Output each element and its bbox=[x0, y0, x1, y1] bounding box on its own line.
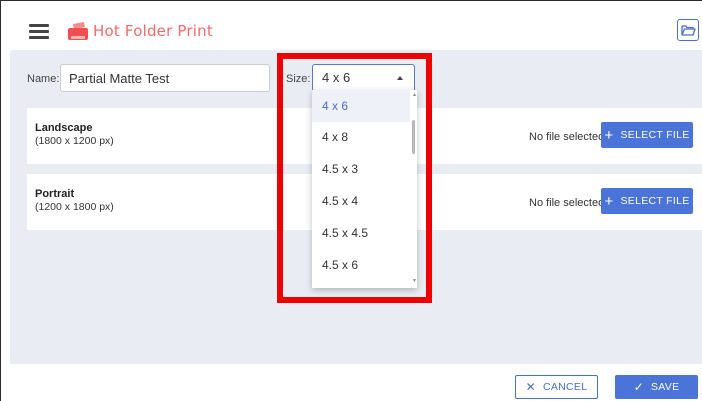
card-title: Landscape bbox=[35, 122, 93, 134]
open-folder-button[interactable] bbox=[677, 19, 699, 41]
name-input[interactable] bbox=[60, 64, 270, 92]
checkmark-icon: ✓ bbox=[633, 380, 644, 394]
app-window: Hot Folder Print Name: Size: 4 x 6 Lands… bbox=[0, 0, 702, 401]
name-label: Name: bbox=[27, 73, 60, 85]
card-title: Portrait bbox=[35, 188, 75, 200]
select-file-label: SELECT FILE bbox=[620, 129, 690, 141]
save-label: SAVE bbox=[650, 381, 680, 393]
close-icon: ✕ bbox=[525, 380, 536, 394]
plus-icon: + bbox=[604, 192, 614, 210]
hamburger-menu-icon[interactable] bbox=[29, 24, 49, 39]
folder-open-icon bbox=[680, 25, 696, 36]
file-status: No file selected bbox=[529, 131, 605, 143]
cancel-label: CANCEL bbox=[542, 381, 588, 393]
highlight-box bbox=[277, 53, 432, 303]
plus-icon: + bbox=[604, 126, 614, 144]
select-file-label: SELECT FILE bbox=[620, 195, 690, 207]
printer-logo-icon bbox=[68, 22, 88, 40]
select-file-button[interactable]: + SELECT FILE bbox=[601, 122, 693, 148]
cancel-button[interactable]: ✕ CANCEL bbox=[515, 375, 598, 399]
card-dimensions: (1800 x 1200 px) bbox=[35, 135, 114, 147]
file-status: No file selected bbox=[529, 197, 605, 209]
top-bar: Hot Folder Print bbox=[2, 2, 702, 50]
select-file-button[interactable]: + SELECT FILE bbox=[601, 188, 693, 214]
save-button[interactable]: ✓ SAVE bbox=[615, 375, 698, 399]
card-dimensions: (1200 x 1800 px) bbox=[35, 201, 114, 213]
app-title: Hot Folder Print bbox=[93, 22, 213, 40]
